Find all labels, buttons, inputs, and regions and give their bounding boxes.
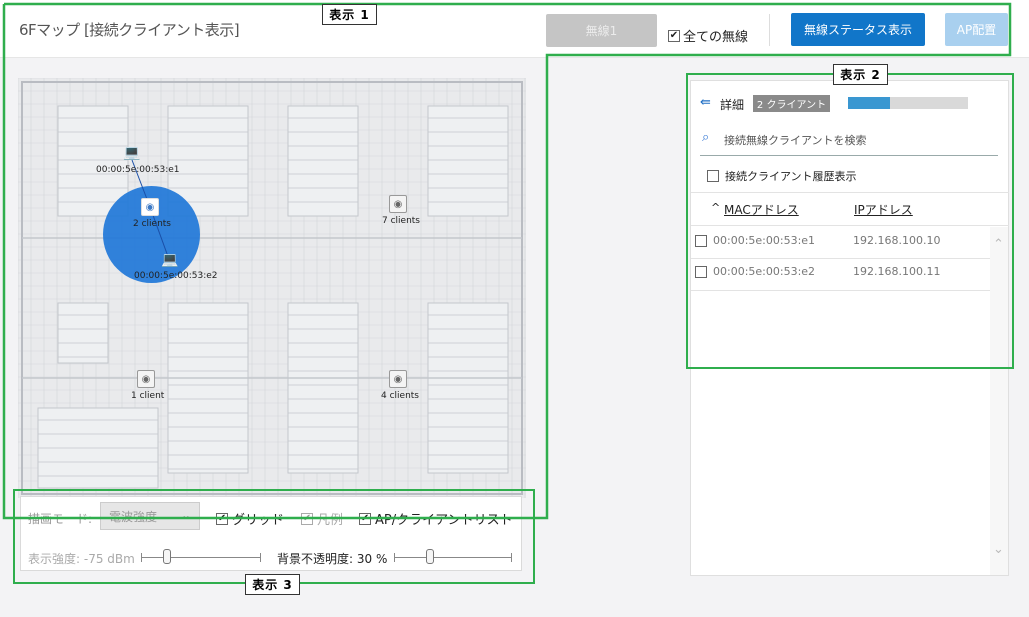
wifi-icon[interactable]: ◉ <box>137 370 155 388</box>
wifi-icon[interactable]: ◉ <box>389 370 407 388</box>
annotation-label-3: 表示 3 <box>245 574 300 595</box>
client-mac-label: 00:00:5e:00:53:e2 <box>134 271 218 281</box>
highlight-area-3 <box>13 489 535 584</box>
ap-client-count: 4 clients <box>381 391 419 401</box>
laptop-icon[interactable]: 💻 <box>161 252 178 268</box>
ap-client-count: 7 clients <box>382 216 420 226</box>
annotation-label-2: 表示 2 <box>833 64 888 85</box>
wifi-icon[interactable]: ◉ <box>141 198 159 216</box>
annotation-label-1: 表示 1 <box>322 4 377 25</box>
wifi-icon[interactable]: ◉ <box>389 195 407 213</box>
highlight-area-2 <box>686 73 1014 369</box>
ap-client-count: 2 clients <box>133 219 171 229</box>
laptop-icon[interactable]: 💻 <box>123 145 140 161</box>
client-mac-label: 00:00:5e:00:53:e1 <box>96 165 180 175</box>
ap-client-count: 1 client <box>131 391 165 401</box>
scroll-down-icon[interactable]: ⌄ <box>993 542 1004 557</box>
